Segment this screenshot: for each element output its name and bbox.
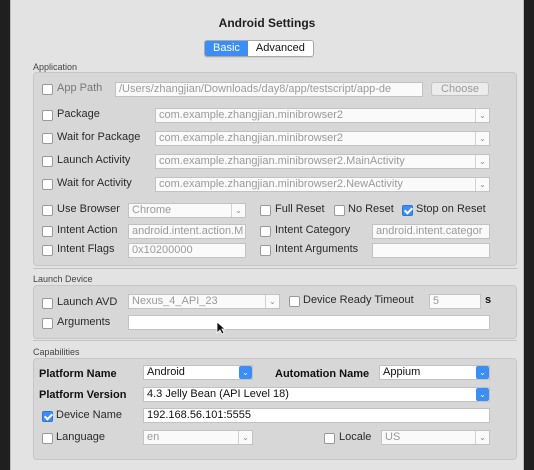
automation-name-value: Appium <box>383 366 421 378</box>
locale-label: Locale <box>339 431 372 443</box>
choose-button[interactable]: Choose <box>431 82 489 96</box>
use-browser-select[interactable]: Chrome ⌄ <box>128 203 246 218</box>
chevron-down-icon: ⌄ <box>475 109 489 122</box>
wait-for-activity-value: com.example.zhangjian.minibrowser2.NewAc… <box>159 178 403 190</box>
launch-device-section-label: Launch Device <box>33 274 93 284</box>
launch-avd-value: Nexus_4_API_23 <box>132 295 218 307</box>
intent-category-input[interactable]: android.intent.categor <box>372 224 490 239</box>
stop-on-reset-label: Stop on Reset <box>416 203 486 215</box>
use-browser-checkbox[interactable] <box>42 205 53 216</box>
chevron-down-icon: ⌄ <box>238 431 252 444</box>
app-path-label: App Path <box>57 82 103 94</box>
platform-version-select[interactable]: 4.3 Jelly Bean (API Level 18) ⌄ <box>143 387 490 402</box>
chevron-down-icon: ⌄ <box>475 178 489 191</box>
chevron-down-icon: ⌄ <box>239 366 252 379</box>
device-ready-timeout-input[interactable]: 5 <box>429 294 481 309</box>
tab-basic[interactable]: Basic <box>205 41 248 56</box>
device-ready-timeout-checkbox[interactable] <box>289 296 300 307</box>
no-reset-label: No Reset <box>348 203 394 215</box>
language-label: Language <box>56 431 105 443</box>
mouse-cursor-icon <box>216 321 226 335</box>
chevron-down-icon: ⌄ <box>476 388 489 401</box>
settings-window: Android Settings Basic Advanced Applicat… <box>10 0 524 470</box>
full-reset-checkbox[interactable] <box>260 205 271 216</box>
intent-flags-input[interactable]: 0x10200000 <box>128 243 246 258</box>
arguments-input[interactable] <box>128 315 490 330</box>
chevron-down-icon: ⌄ <box>265 295 279 308</box>
device-ready-timeout-label: Device Ready Timeout <box>303 294 414 306</box>
launch-avd-label: Launch AVD <box>57 296 118 308</box>
launch-avd-checkbox[interactable] <box>42 298 53 309</box>
launch-activity-checkbox[interactable] <box>42 156 53 167</box>
wait-for-activity-select[interactable]: com.example.zhangjian.minibrowser2.NewAc… <box>155 177 490 192</box>
chevron-down-icon: ⌄ <box>476 366 489 379</box>
platform-version-label: Platform Version <box>39 389 127 401</box>
wait-for-activity-label: Wait for Activity <box>57 177 132 189</box>
tab-advanced[interactable]: Advanced <box>247 41 313 56</box>
package-select[interactable]: com.example.zhangjian.minibrowser2 ⌄ <box>155 108 490 123</box>
automation-name-label: Automation Name <box>275 368 370 380</box>
wait-for-package-select[interactable]: com.example.zhangjian.minibrowser2 ⌄ <box>155 131 490 146</box>
app-path-input[interactable]: /Users/zhangjian/Downloads/day8/app/test… <box>115 82 423 97</box>
launch-activity-label: Launch Activity <box>57 154 131 166</box>
application-section-label: Application <box>33 62 78 72</box>
locale-value: US <box>385 431 401 443</box>
intent-arguments-input[interactable] <box>372 243 490 258</box>
package-checkbox[interactable] <box>42 110 53 121</box>
tab-switcher: Basic Advanced <box>204 40 314 57</box>
chevron-down-icon: ⌄ <box>475 431 489 444</box>
launch-activity-value: com.example.zhangjian.minibrowser2.MainA… <box>159 155 405 167</box>
intent-category-checkbox[interactable] <box>260 226 271 237</box>
use-browser-label: Use Browser <box>57 203 120 215</box>
platform-version-value: 4.3 Jelly Bean (API Level 18) <box>147 388 289 400</box>
wait-for-package-checkbox[interactable] <box>42 133 53 144</box>
timeout-unit-label: s <box>485 294 492 306</box>
intent-category-label: Intent Category <box>275 224 351 236</box>
wait-for-activity-checkbox[interactable] <box>42 179 53 190</box>
arguments-checkbox[interactable] <box>42 318 53 329</box>
divider <box>33 340 517 341</box>
platform-name-select[interactable]: Android ⌄ <box>143 365 253 380</box>
intent-action-input[interactable]: android.intent.action.M <box>128 224 246 239</box>
language-select[interactable]: en ⌄ <box>143 430 253 445</box>
wait-for-package-value: com.example.zhangjian.minibrowser2 <box>159 132 344 144</box>
language-value: en <box>147 431 160 443</box>
package-label: Package <box>57 108 100 120</box>
language-checkbox[interactable] <box>42 433 53 444</box>
device-name-label: Device Name <box>56 409 123 421</box>
platform-name-value: Android <box>147 366 185 378</box>
capabilities-section-label: Capabilities <box>33 347 80 357</box>
chevron-down-icon: ⌄ <box>475 155 489 168</box>
no-reset-checkbox[interactable] <box>334 205 345 216</box>
divider <box>33 268 517 269</box>
app-path-checkbox[interactable] <box>42 84 53 95</box>
wait-for-package-label: Wait for Package <box>57 131 141 143</box>
device-name-input[interactable]: 192.168.56.101:5555 <box>143 408 490 423</box>
intent-flags-label: Intent Flags <box>57 243 115 255</box>
intent-flags-checkbox[interactable] <box>42 245 53 256</box>
arguments-label: Arguments <box>57 316 111 328</box>
intent-action-checkbox[interactable] <box>42 226 53 237</box>
launch-avd-select[interactable]: Nexus_4_API_23 ⌄ <box>128 294 280 309</box>
full-reset-label: Full Reset <box>275 203 325 215</box>
stop-on-reset-checkbox[interactable] <box>402 205 413 216</box>
window-title: Android Settings <box>218 16 316 30</box>
automation-name-select[interactable]: Appium ⌄ <box>379 365 490 380</box>
package-value: com.example.zhangjian.minibrowser2 <box>159 109 344 121</box>
intent-action-label: Intent Action <box>57 224 118 236</box>
intent-arguments-checkbox[interactable] <box>260 245 271 256</box>
chevron-down-icon: ⌄ <box>475 132 489 145</box>
use-browser-value: Chrome <box>132 204 172 216</box>
locale-checkbox[interactable] <box>324 433 335 444</box>
intent-arguments-label: Intent Arguments <box>275 243 359 255</box>
platform-name-label: Platform Name <box>39 368 117 380</box>
launch-activity-select[interactable]: com.example.zhangjian.minibrowser2.MainA… <box>155 154 490 169</box>
locale-select[interactable]: US ⌄ <box>381 430 490 445</box>
chevron-down-icon: ⌄ <box>231 204 245 217</box>
device-name-checkbox[interactable] <box>42 411 53 422</box>
